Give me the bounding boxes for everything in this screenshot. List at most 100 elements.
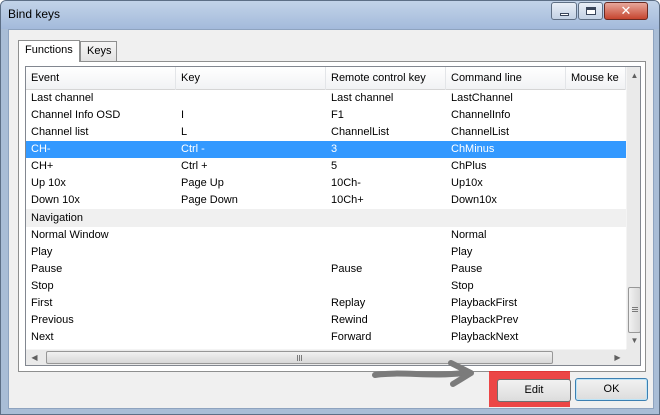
table-row[interactable]: Play Play bbox=[26, 244, 626, 261]
cell-event: Next bbox=[31, 331, 54, 343]
cell-mouse bbox=[566, 192, 626, 209]
column-header-command[interactable]: Command line bbox=[446, 67, 566, 90]
cell-mouse bbox=[566, 278, 626, 295]
scroll-corner bbox=[626, 349, 640, 365]
cell-key bbox=[176, 295, 326, 312]
cell-remote: Last channel bbox=[331, 92, 394, 104]
table-row[interactable]: Down 10x Page Down 10Ch+ Down10x bbox=[26, 192, 626, 209]
cell-remote bbox=[326, 278, 446, 295]
cell-remote: ChannelList bbox=[331, 126, 390, 138]
cell-remote: Rewind bbox=[331, 314, 368, 326]
cell-key: Ctrl + bbox=[181, 160, 208, 172]
table-row[interactable]: Next Forward PlaybackNext bbox=[26, 329, 626, 346]
tab-functions[interactable]: Functions bbox=[18, 40, 80, 62]
table-row[interactable]: Normal Window Normal bbox=[26, 227, 626, 244]
cell-remote: 5 bbox=[331, 160, 338, 172]
edit-button[interactable]: Edit bbox=[497, 379, 571, 402]
cell-mouse bbox=[566, 90, 626, 107]
cell-key: I bbox=[181, 109, 185, 121]
tab-keys[interactable]: Keys bbox=[80, 41, 117, 61]
cell-event: Last channel bbox=[31, 92, 94, 104]
cell-command: Normal bbox=[451, 229, 487, 241]
chevron-right-icon[interactable]: ▶ bbox=[609, 350, 626, 365]
cell-event: Channel list bbox=[31, 126, 89, 138]
title-bar[interactable]: Bind keys ✕ bbox=[1, 1, 659, 29]
cell-command: ChannelList bbox=[451, 126, 510, 138]
cell-key bbox=[176, 312, 326, 329]
cell-command: Up10x bbox=[451, 177, 483, 189]
cell-key bbox=[176, 261, 326, 278]
cell-mouse bbox=[566, 141, 626, 158]
cell-command: ChMinus bbox=[451, 143, 495, 155]
cell-command: PlaybackPrev bbox=[451, 314, 519, 326]
cell-event: First bbox=[31, 297, 53, 309]
maximize-button[interactable] bbox=[578, 2, 603, 20]
table-row[interactable]: CH- Ctrl - 3 ChMinus bbox=[26, 141, 626, 158]
cell-event: Up 10x bbox=[31, 177, 66, 189]
column-header-key[interactable]: Key bbox=[176, 67, 326, 90]
cell-remote bbox=[326, 227, 446, 244]
table-row[interactable]: CH+ Ctrl + 5 ChPlus bbox=[26, 158, 626, 175]
table-row[interactable]: Up 10x Page Up 10Ch- Up10x bbox=[26, 175, 626, 192]
vertical-scrollbar[interactable]: ▲ ▼ bbox=[626, 67, 640, 349]
cell-event: CH+ bbox=[31, 160, 54, 172]
horizontal-scrollbar[interactable]: ◀ ▶ bbox=[26, 349, 626, 365]
cell-remote bbox=[326, 244, 446, 261]
column-header-event[interactable]: Event bbox=[26, 67, 176, 90]
cell-remote: 3 bbox=[331, 143, 338, 155]
cell-mouse bbox=[566, 107, 626, 124]
column-header-mouse[interactable]: Mouse ke bbox=[566, 67, 626, 90]
table-row[interactable]: Pause Pause Pause bbox=[26, 261, 626, 278]
cell-key bbox=[176, 90, 326, 107]
close-button[interactable]: ✕ bbox=[604, 2, 648, 20]
chevron-up-icon[interactable]: ▲ bbox=[627, 67, 640, 84]
table-row[interactable]: Channel list L ChannelList ChannelList bbox=[26, 124, 626, 141]
table-header: Event Key Remote control key Command lin… bbox=[26, 67, 626, 90]
maximize-icon bbox=[585, 7, 596, 15]
table-row[interactable]: Previous Rewind PlaybackPrev bbox=[26, 312, 626, 329]
cell-event: Pause bbox=[31, 263, 63, 275]
cell-event: Previous bbox=[31, 314, 74, 326]
table-row[interactable]: Last channel Last channel LastChannel bbox=[26, 90, 626, 107]
chevron-down-icon[interactable]: ▼ bbox=[627, 332, 640, 349]
table-row[interactable]: Stop Stop bbox=[26, 278, 626, 295]
cell-mouse bbox=[566, 261, 626, 278]
cell-remote: 10Ch+ bbox=[331, 194, 364, 206]
cell-mouse bbox=[566, 329, 626, 346]
cell-remote: Forward bbox=[331, 331, 372, 343]
cell-key bbox=[176, 278, 326, 295]
cell-key bbox=[176, 244, 326, 261]
cell-remote: 10Ch- bbox=[331, 177, 361, 189]
cell-command: Stop bbox=[451, 280, 474, 292]
cell-mouse bbox=[566, 175, 626, 192]
chevron-left-icon[interactable]: ◀ bbox=[26, 350, 43, 365]
cell-command: LastChannel bbox=[451, 92, 513, 104]
cell-key bbox=[176, 227, 326, 244]
cell-key: L bbox=[181, 126, 188, 138]
cell-mouse bbox=[566, 124, 626, 141]
minimize-icon bbox=[559, 12, 569, 16]
cell-remote: Pause bbox=[331, 263, 363, 275]
cell-event: Normal Window bbox=[31, 229, 109, 241]
minimize-button[interactable] bbox=[551, 2, 577, 20]
cell-event: Channel Info OSD bbox=[31, 109, 121, 121]
group-header-navigation[interactable]: Navigation bbox=[26, 209, 626, 227]
cell-command: PlaybackNext bbox=[451, 331, 519, 343]
close-icon: ✕ bbox=[620, 3, 632, 19]
cell-event: CH- bbox=[31, 143, 51, 155]
cell-key: Ctrl - bbox=[181, 143, 205, 155]
cell-key: Page Down bbox=[181, 194, 238, 206]
table-row[interactable]: Channel Info OSD I F1 ChannelInfo bbox=[26, 107, 626, 124]
cell-command: Play bbox=[451, 246, 473, 258]
column-header-remote[interactable]: Remote control key bbox=[326, 67, 446, 90]
cell-command: PlaybackFirst bbox=[451, 297, 518, 309]
cell-command: ChannelInfo bbox=[451, 109, 511, 121]
cell-key bbox=[176, 329, 326, 346]
cell-mouse bbox=[566, 244, 626, 261]
ok-button[interactable]: OK bbox=[575, 378, 648, 401]
cell-key: Page Up bbox=[181, 177, 224, 189]
cell-mouse bbox=[566, 227, 626, 244]
cell-event: Stop bbox=[31, 280, 54, 292]
vertical-scroll-thumb[interactable] bbox=[628, 287, 640, 333]
table-row[interactable]: First Replay PlaybackFirst bbox=[26, 295, 626, 312]
